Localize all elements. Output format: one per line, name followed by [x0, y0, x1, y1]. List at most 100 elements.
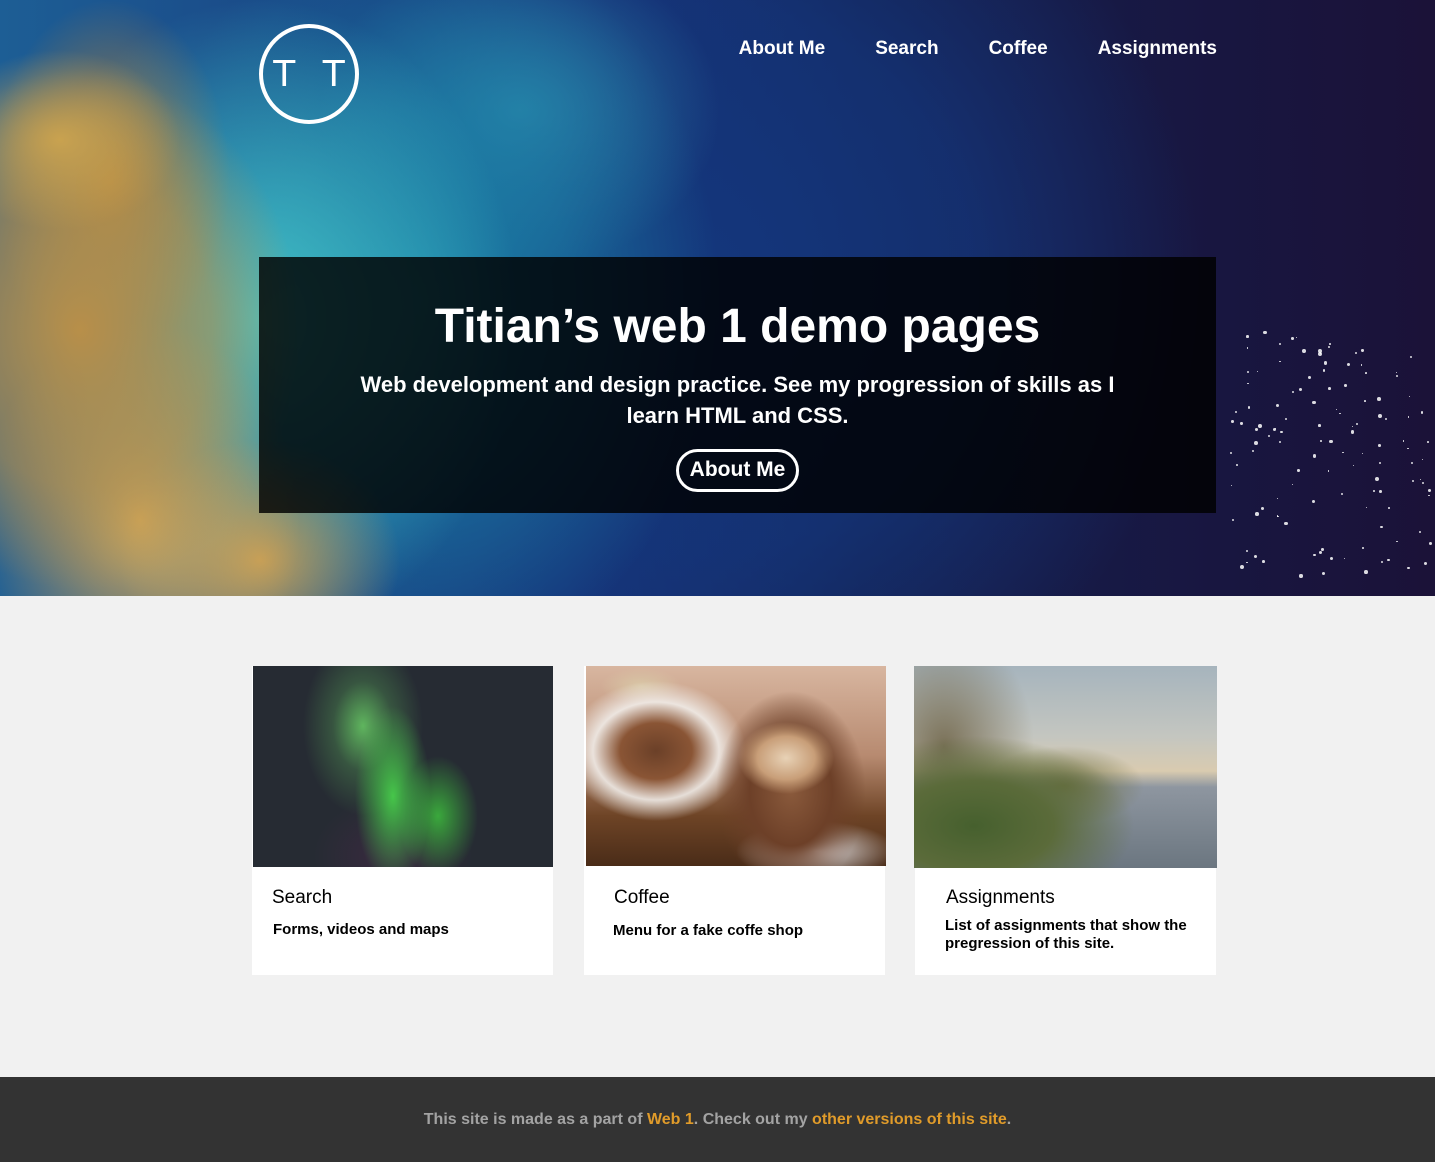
star-speck	[1335, 408, 1337, 410]
star-speck	[1240, 422, 1243, 425]
star-speck	[1409, 396, 1411, 398]
star-speck	[1366, 506, 1368, 508]
star-speck	[1297, 469, 1300, 472]
star-speck	[1321, 571, 1326, 576]
star-speck	[1323, 361, 1328, 365]
star-speck	[1299, 387, 1303, 392]
star-speck	[1234, 410, 1237, 413]
star-speck	[1285, 418, 1288, 421]
card-title: Assignments	[946, 887, 1055, 908]
star-speck	[1411, 462, 1414, 465]
card-description: Menu for a fake coffe shop	[613, 922, 804, 939]
star-speck	[1231, 519, 1235, 522]
star-speck	[1247, 370, 1250, 374]
star-speck	[1274, 427, 1276, 429]
star-speck	[1279, 360, 1282, 363]
card-description: List of assignments that show the pregre…	[945, 917, 1187, 952]
card-search[interactable]: Search Forms, videos and maps	[252, 666, 553, 975]
star-speck	[1245, 561, 1248, 564]
star-speck	[1278, 342, 1281, 345]
star-speck	[1411, 479, 1414, 482]
star-speck	[1301, 349, 1306, 353]
star-speck	[1296, 336, 1298, 339]
star-speck	[1258, 424, 1263, 429]
star-speck	[1278, 440, 1282, 444]
hero-section: T T About Me Search Coffee Assignments T…	[0, 0, 1435, 596]
star-speck	[1373, 489, 1376, 492]
star-speck	[1321, 548, 1324, 551]
star-speck	[1419, 530, 1422, 533]
hero-banner: Titian’s web 1 demo pages Web developmen…	[259, 257, 1216, 513]
star-speck	[1384, 417, 1387, 420]
footer-text-end: .	[1006, 1110, 1012, 1128]
main-nav: About Me Search Coffee Assignments	[739, 38, 1217, 60]
star-speck	[1423, 561, 1428, 566]
star-speck	[1427, 488, 1432, 493]
star-speck	[1407, 416, 1410, 418]
star-speck	[1378, 461, 1382, 465]
web1-link[interactable]: Web 1	[647, 1111, 694, 1128]
star-speck	[1291, 483, 1294, 486]
star-speck	[1428, 542, 1433, 546]
star-speck	[1407, 566, 1410, 570]
star-speck	[1276, 404, 1280, 408]
star-speck	[1377, 396, 1382, 401]
star-speck	[1339, 412, 1341, 415]
nav-about-me[interactable]: About Me	[739, 38, 826, 60]
nav-search[interactable]: Search	[875, 38, 938, 60]
star-speck	[1320, 439, 1322, 442]
star-speck	[1327, 346, 1330, 349]
star-speck	[1352, 426, 1354, 428]
star-speck	[1340, 493, 1344, 496]
footer-text-middle: . Check out my	[693, 1110, 813, 1128]
nav-coffee[interactable]: Coffee	[989, 38, 1048, 60]
star-speck	[1427, 441, 1429, 444]
star-speck	[1402, 440, 1405, 442]
coastline-image	[914, 666, 1217, 868]
other-versions-link[interactable]: other versions of this site	[812, 1111, 1007, 1128]
star-speck	[1318, 348, 1322, 353]
card-title: Search	[272, 887, 333, 908]
star-speck	[1246, 347, 1249, 349]
star-speck	[1396, 372, 1398, 374]
aurora-image	[253, 666, 553, 867]
star-speck	[1254, 441, 1258, 445]
star-speck	[1284, 521, 1288, 526]
star-speck	[1318, 352, 1323, 357]
star-speck	[1329, 439, 1333, 444]
card-title: Coffee	[614, 887, 670, 908]
star-speck	[1406, 447, 1409, 450]
star-speck	[1354, 351, 1357, 354]
star-speck	[1329, 556, 1333, 560]
star-speck	[1247, 406, 1250, 409]
star-speck	[1255, 512, 1259, 516]
logo[interactable]: T T	[259, 24, 359, 124]
hero-subtitle: Web development and design practice. See…	[360, 372, 1115, 428]
star-speck	[1356, 422, 1358, 425]
star-speck	[1312, 500, 1316, 504]
star-speck	[1273, 428, 1277, 432]
card-assignments[interactable]: Assignments List of assignments that sho…	[914, 666, 1217, 975]
about-me-button[interactable]: About Me	[675, 449, 800, 492]
footer-text: This site is made as a part of Web 1. Ch…	[424, 1111, 1011, 1129]
card-coffee[interactable]: Coffee Menu for a fake coffe shop	[584, 666, 886, 975]
logo-text: T T	[273, 53, 353, 95]
star-speck	[1245, 549, 1249, 553]
star-speck	[1380, 561, 1384, 564]
coffee-image	[586, 666, 886, 866]
nav-assignments[interactable]: Assignments	[1098, 38, 1217, 60]
star-speck	[1410, 356, 1413, 359]
star-speck	[1360, 364, 1363, 366]
star-speck	[1378, 444, 1381, 447]
star-speck	[1307, 375, 1311, 379]
star-speck	[1387, 558, 1391, 562]
star-speck	[1318, 550, 1322, 554]
star-speck	[1362, 547, 1364, 550]
star-speck	[1240, 564, 1244, 569]
star-speck	[1231, 419, 1235, 423]
star-speck	[1317, 424, 1321, 427]
star-speck	[1377, 414, 1382, 419]
star-speck	[1230, 484, 1233, 487]
star-speck	[1261, 560, 1265, 563]
star-speck	[1380, 525, 1383, 529]
